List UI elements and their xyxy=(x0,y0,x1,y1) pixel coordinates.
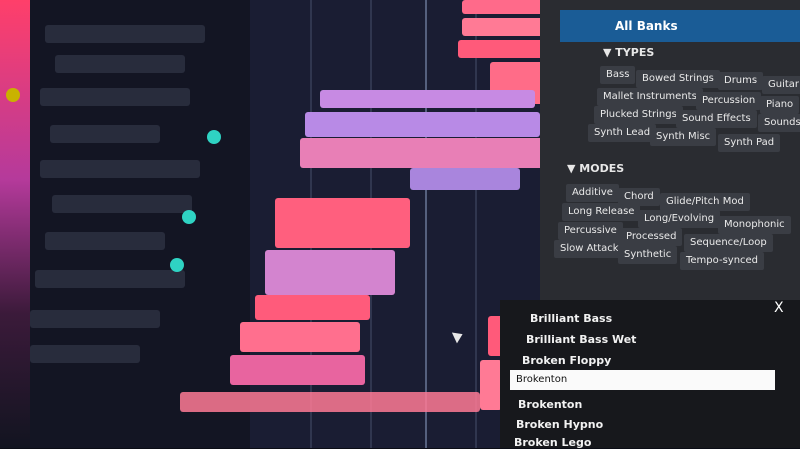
mode-tag[interactable]: Percussive xyxy=(558,222,623,240)
midi-clip[interactable] xyxy=(230,355,365,385)
mode-tag[interactable]: Synthetic xyxy=(618,246,678,264)
type-tag[interactable]: Synth Pad xyxy=(718,134,781,152)
mode-tag[interactable]: Sequence/Loop xyxy=(684,234,773,252)
mode-tag[interactable]: Additive xyxy=(566,184,619,202)
track-color-strip xyxy=(0,0,30,448)
mode-tag[interactable]: Long Release xyxy=(562,203,641,221)
close-button[interactable]: X xyxy=(774,300,784,316)
track-row[interactable] xyxy=(55,55,185,73)
track-row[interactable] xyxy=(30,310,160,328)
type-tag[interactable]: Synth Misc xyxy=(650,128,717,146)
preset-item[interactable]: Broken Lego xyxy=(514,436,591,449)
type-tag[interactable]: Sound Effects xyxy=(676,110,757,128)
midi-clip[interactable] xyxy=(275,198,410,248)
track-row[interactable] xyxy=(45,232,165,250)
mode-tag[interactable]: Glide/Pitch Mod xyxy=(660,193,750,211)
panel-header[interactable]: All Banks xyxy=(560,10,800,42)
panel-title: All Banks xyxy=(615,19,678,33)
track-list xyxy=(0,0,250,448)
type-tag[interactable]: Bowed Strings xyxy=(636,70,720,88)
track-row[interactable] xyxy=(40,88,190,106)
track-row[interactable] xyxy=(52,195,192,213)
type-tag[interactable]: Piano xyxy=(760,96,800,114)
preset-item[interactable]: Brokenton xyxy=(518,398,582,411)
midi-clip[interactable] xyxy=(180,392,480,412)
mode-tag[interactable]: Processed xyxy=(620,228,683,246)
midi-clip[interactable] xyxy=(255,295,370,320)
preset-item[interactable]: Broken Floppy xyxy=(522,354,611,367)
track-row[interactable] xyxy=(40,160,200,178)
midi-clip[interactable] xyxy=(300,138,550,168)
preset-item[interactable]: Brilliant Bass Wet xyxy=(526,333,636,346)
type-tag[interactable]: Mallet Instruments xyxy=(597,88,703,106)
mode-tag[interactable]: Tempo-synced xyxy=(680,252,765,270)
preset-item[interactable]: Brilliant Bass xyxy=(530,312,612,325)
preset-item-selected[interactable]: Brokenton xyxy=(510,370,775,390)
midi-clip[interactable] xyxy=(265,250,395,295)
type-tag[interactable]: Soundscapes xyxy=(758,114,800,132)
midi-clip[interactable] xyxy=(480,360,502,410)
midi-clip[interactable] xyxy=(320,90,535,108)
type-tag[interactable]: Plucked Strings xyxy=(594,106,683,124)
track-row[interactable] xyxy=(30,345,140,363)
type-tag[interactable]: Synth Lead xyxy=(588,124,657,142)
midi-clip[interactable] xyxy=(305,112,540,137)
mode-tag[interactable]: Monophonic xyxy=(718,216,791,234)
preset-item[interactable]: Broken Hypno xyxy=(516,418,603,431)
type-tag[interactable]: Drums xyxy=(718,72,764,90)
modes-section-label[interactable]: ▼ MODES xyxy=(567,162,624,175)
types-section-label[interactable]: ▼ TYPES xyxy=(603,46,654,59)
track-row[interactable] xyxy=(35,270,185,288)
track-status-dot[interactable] xyxy=(6,88,20,102)
type-tag[interactable]: Percussion xyxy=(696,92,762,110)
mode-tag[interactable]: Long/Evolving xyxy=(638,210,721,228)
type-tag[interactable]: Guitar xyxy=(762,76,800,94)
track-status-dot[interactable] xyxy=(207,130,221,144)
midi-clip[interactable] xyxy=(410,168,520,190)
track-row[interactable] xyxy=(45,25,205,43)
track-status-dot[interactable] xyxy=(182,210,196,224)
midi-clip[interactable] xyxy=(240,322,360,352)
mode-tag[interactable]: Slow Attack xyxy=(554,240,625,258)
track-row[interactable] xyxy=(50,125,160,143)
track-status-dot[interactable] xyxy=(170,258,184,272)
type-tag[interactable]: Bass xyxy=(600,66,636,84)
